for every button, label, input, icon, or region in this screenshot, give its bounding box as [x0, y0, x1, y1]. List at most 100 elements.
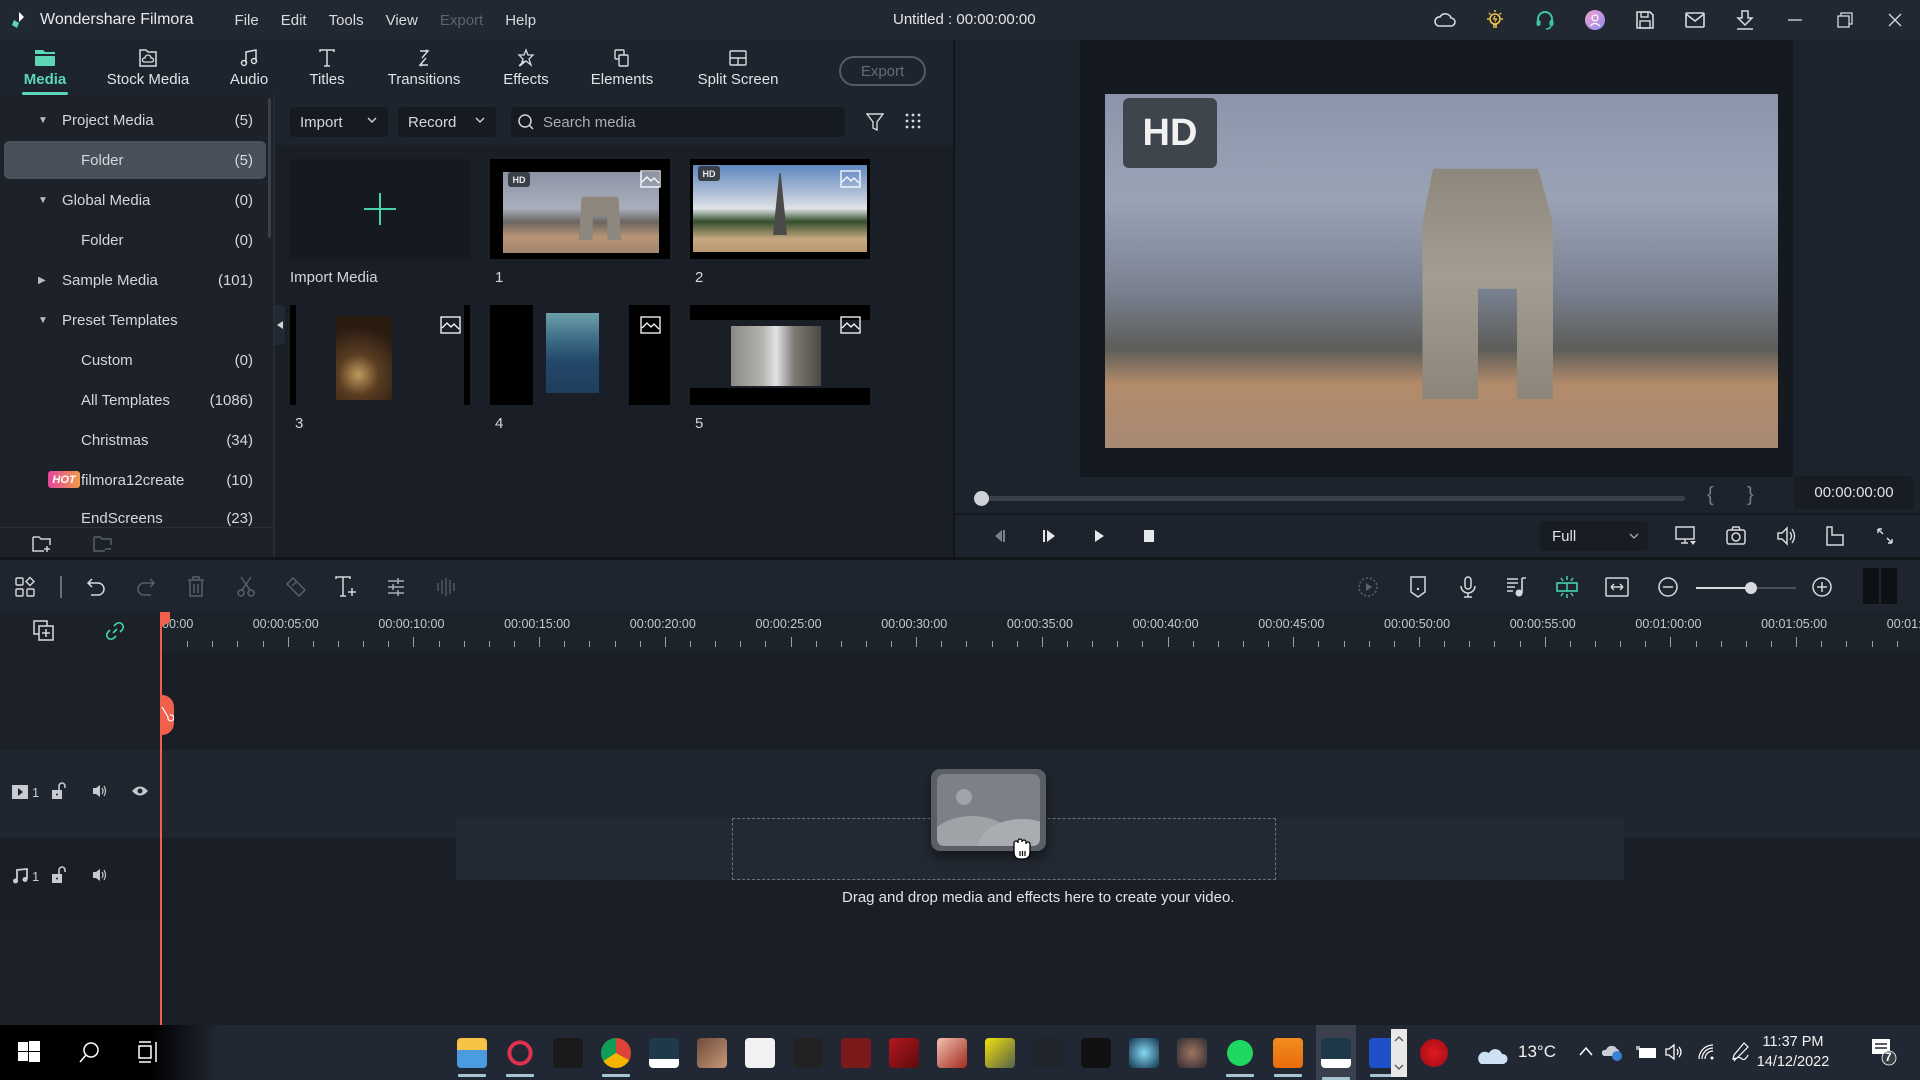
add-text-icon[interactable]	[332, 573, 360, 601]
taskbar-app-nvidia[interactable]	[548, 1033, 588, 1073]
avatar-icon[interactable]	[1570, 0, 1620, 40]
import-dropdown[interactable]: Import	[290, 107, 388, 137]
taskbar-app-game-1[interactable]	[692, 1033, 732, 1073]
media-item-2[interactable]: HD	[690, 159, 870, 259]
taskbar-scroll[interactable]	[1391, 1029, 1407, 1077]
tray-app-icon[interactable]	[1420, 1039, 1448, 1067]
display-settings-icon[interactable]	[1674, 524, 1698, 548]
new-folder-icon[interactable]	[32, 535, 52, 553]
taskbar-app-crosshair[interactable]	[1076, 1033, 1116, 1073]
media-item-5[interactable]	[690, 305, 870, 405]
timeline-ruler[interactable]: 00:00 00:00:05:00 00:00:10:00 00:00:15:00 00…	[160, 612, 1920, 652]
snap-icon[interactable]	[1553, 573, 1581, 601]
zoom-handle[interactable]	[1745, 582, 1757, 594]
sidebar-item-preset-templates[interactable]: ▼ Preset Templates	[4, 301, 266, 339]
sidebar-item-filmora12create[interactable]: HOT filmora12create (10)	[4, 461, 266, 499]
task-view-icon[interactable]	[138, 1041, 160, 1063]
record-dropdown[interactable]: Record	[398, 107, 496, 137]
taskbar-app-game-claw[interactable]	[1124, 1033, 1164, 1073]
search-icon[interactable]	[78, 1041, 100, 1063]
tab-titles[interactable]: Titles	[304, 40, 350, 95]
search-input[interactable]	[543, 113, 823, 131]
filter-icon[interactable]	[866, 112, 884, 132]
preview-scrubber[interactable]	[974, 491, 1685, 506]
sidebar-item-sample-media[interactable]: ▶ Sample Media (101)	[4, 261, 266, 299]
tab-elements[interactable]: Elements	[590, 40, 654, 95]
onedrive-sync-icon[interactable]	[1602, 1042, 1624, 1062]
playhead-tab[interactable]	[160, 695, 174, 735]
zoom-in-icon[interactable]	[1808, 573, 1836, 601]
layout-icon[interactable]	[11, 573, 39, 601]
adjust-icon[interactable]	[382, 573, 410, 601]
audio-mix-icon[interactable]	[1503, 573, 1531, 601]
microphone-icon[interactable]	[1454, 573, 1482, 601]
tab-stock-media[interactable]: Stock Media	[104, 40, 192, 95]
eye-icon[interactable]	[131, 785, 149, 797]
taskbar-app-opera-gx[interactable]	[500, 1033, 540, 1077]
sidebar-item-endscreens[interactable]: EndScreens (23)	[4, 499, 266, 530]
sidebar-item-global-media[interactable]: ▼ Global Media (0)	[4, 181, 266, 219]
tab-audio[interactable]: Audio	[226, 40, 272, 95]
media-item-1[interactable]: HD	[490, 159, 670, 259]
mute-track-icon[interactable]	[92, 784, 108, 798]
undo-icon[interactable]	[82, 573, 110, 601]
taskbar-app-filmora[interactable]	[644, 1033, 684, 1073]
taskbar-app-filmora-active[interactable]	[1316, 1025, 1356, 1080]
play-icon[interactable]	[1087, 524, 1111, 548]
aspect-ratio-icon[interactable]	[1823, 524, 1847, 548]
taskbar-app-dying-light[interactable]	[788, 1033, 828, 1073]
sidebar-item-project-folder[interactable]: Folder (5)	[4, 141, 266, 179]
panel-toggle[interactable]	[1863, 568, 1897, 604]
taskbar-app-game-yellow[interactable]	[980, 1033, 1020, 1073]
media-item-3[interactable]	[290, 305, 470, 405]
previous-frame-icon[interactable]	[987, 524, 1011, 548]
close-icon[interactable]	[1870, 0, 1920, 40]
timeline-zoom-slider[interactable]	[1696, 582, 1796, 594]
menu-tools[interactable]: Tools	[318, 12, 375, 29]
fullscreen-icon[interactable]	[1873, 524, 1897, 548]
media-item-4[interactable]	[490, 305, 670, 405]
menu-file[interactable]: File	[224, 12, 270, 29]
speaker-icon[interactable]	[1664, 1043, 1684, 1061]
lock-track-icon[interactable]	[51, 782, 67, 800]
battery-icon[interactable]	[1636, 1044, 1658, 1060]
show-hidden-icons[interactable]	[1578, 1045, 1594, 1057]
tab-media[interactable]: Media	[15, 40, 75, 95]
lock-track-icon[interactable]	[51, 866, 67, 884]
sidebar-item-all-templates[interactable]: All Templates (1086)	[4, 381, 266, 419]
sidebar-item-custom[interactable]: Custom (0)	[4, 341, 266, 379]
cloud-icon[interactable]	[1420, 0, 1470, 40]
taskbar-app-vlc[interactable]	[1268, 1033, 1308, 1077]
marker-icon[interactable]	[1404, 573, 1432, 601]
taskbar-app-game-red[interactable]	[932, 1033, 972, 1073]
sidebar-item-global-folder[interactable]: Folder (0)	[4, 221, 266, 259]
download-icon[interactable]	[1720, 0, 1770, 40]
tab-split-screen[interactable]: Split Screen	[697, 40, 779, 95]
wifi-icon[interactable]	[1697, 1043, 1717, 1061]
taskbar-app-jedi[interactable]	[1172, 1033, 1212, 1073]
pen-icon[interactable]	[1730, 1041, 1750, 1063]
sidebar-item-project-media[interactable]: ▼ Project Media (5)	[4, 101, 266, 139]
zoom-out-icon[interactable]	[1654, 573, 1682, 601]
system-clock[interactable]: 11:37 PM 14/12/2022	[1748, 1032, 1838, 1072]
import-media-button[interactable]	[290, 159, 470, 259]
lightbulb-icon[interactable]	[1470, 0, 1520, 40]
scrubber-handle[interactable]	[974, 491, 989, 506]
mail-icon[interactable]	[1670, 0, 1720, 40]
taskbar-app-red-dead-2[interactable]	[884, 1033, 924, 1073]
taskbar-app-file-explorer[interactable]	[452, 1033, 492, 1077]
menu-view[interactable]: View	[375, 12, 429, 29]
snapshot-icon[interactable]	[1724, 524, 1748, 548]
menu-edit[interactable]: Edit	[270, 12, 318, 29]
playhead[interactable]	[160, 612, 162, 1025]
fit-timeline-icon[interactable]	[1603, 573, 1631, 601]
grid-view-icon[interactable]	[904, 112, 922, 130]
minimize-icon[interactable]	[1770, 0, 1820, 40]
playback-quality-dropdown[interactable]: Full	[1540, 521, 1648, 551]
sidebar-item-christmas[interactable]: Christmas (34)	[4, 421, 266, 459]
mute-track-icon[interactable]	[92, 868, 108, 882]
collapse-sidebar-button[interactable]	[275, 305, 285, 345]
taskbar-app-witcher[interactable]	[1028, 1033, 1068, 1073]
sidebar-scrollbar[interactable]	[268, 98, 271, 238]
play-frame-icon[interactable]	[1037, 524, 1061, 548]
